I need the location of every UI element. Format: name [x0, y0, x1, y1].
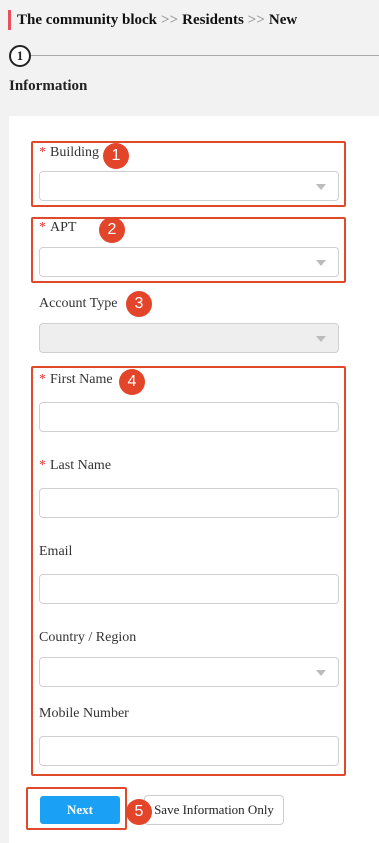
building-label: * Building: [39, 145, 99, 161]
last-name-label: * Last Name: [39, 458, 111, 474]
mobile-input[interactable]: [39, 736, 339, 766]
email-input[interactable]: [39, 574, 339, 604]
annotation-badge-1: 1: [103, 143, 129, 169]
apt-select[interactable]: [39, 247, 339, 277]
step-indicator: 1: [9, 45, 379, 67]
chevron-down-icon: [316, 184, 326, 190]
section-title: Information: [9, 78, 88, 94]
account-type-select: [39, 323, 339, 353]
chevron-down-icon: [316, 260, 326, 266]
mobile-label: Mobile Number: [39, 706, 129, 721]
required-mark: *: [39, 145, 46, 160]
last-name-input[interactable]: [39, 488, 339, 518]
save-information-only-button[interactable]: Save Information Only: [144, 795, 284, 825]
breadcrumb-residents[interactable]: Residents: [182, 12, 244, 29]
form-card: * Building * APT Account Type * First Name …: [9, 116, 379, 843]
required-mark: *: [39, 220, 46, 235]
breadcrumb-new: New: [268, 11, 298, 28]
required-mark: *: [39, 458, 46, 473]
first-name-label-text: First Name: [50, 372, 113, 387]
apt-label: * APT: [39, 220, 76, 236]
breadcrumb-separator: >>: [247, 11, 265, 28]
annotation-badge-2: 2: [99, 217, 125, 243]
first-name-input[interactable]: [39, 402, 339, 432]
country-select[interactable]: [39, 657, 339, 687]
apt-label-text: APT: [50, 220, 77, 235]
chevron-down-icon: [316, 670, 326, 676]
first-name-label: * First Name: [39, 372, 113, 388]
building-label-text: Building: [50, 145, 100, 160]
email-label: Email: [39, 544, 73, 559]
required-mark: *: [39, 372, 46, 387]
country-label: Country / Region: [39, 630, 137, 645]
chevron-down-icon: [316, 336, 326, 342]
breadcrumb-community-block[interactable]: The community block: [17, 12, 157, 29]
next-button[interactable]: Next: [40, 796, 120, 824]
annotation-badge-4: 4: [119, 369, 145, 395]
annotation-badge-5: 5: [126, 799, 152, 825]
breadcrumb-separator: >>: [161, 11, 179, 28]
step-number: 1: [9, 45, 31, 67]
last-name-label-text: Last Name: [50, 458, 112, 473]
account-type-label: Account Type: [39, 296, 118, 311]
breadcrumb: The community block >> Residents >> New: [8, 10, 297, 30]
building-select[interactable]: [39, 171, 339, 201]
annotation-badge-3: 3: [126, 291, 152, 317]
step-line: [31, 55, 379, 56]
